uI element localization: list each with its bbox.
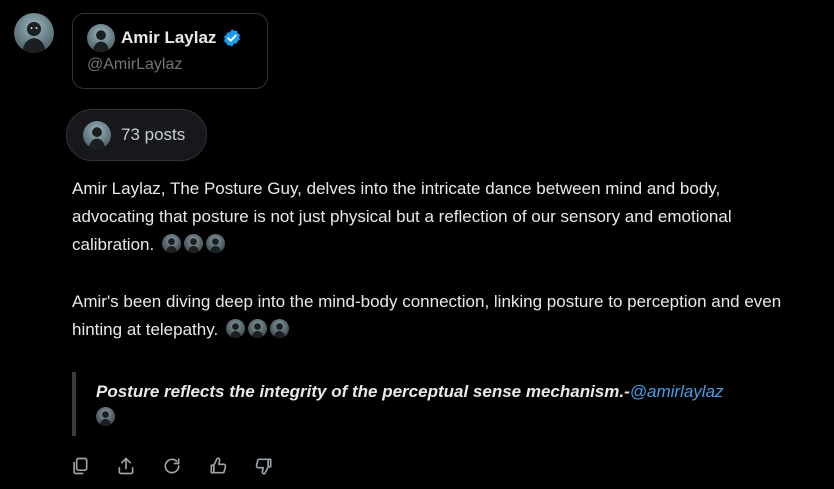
regenerate-button[interactable] xyxy=(162,454,182,478)
profile-card[interactable]: Amir Laylaz @AmirLaylaz xyxy=(72,13,268,89)
thumbs-up-button[interactable] xyxy=(208,454,228,478)
verified-badge-icon xyxy=(224,29,241,47)
assistant-avatar xyxy=(14,13,54,53)
avatar-emoji-icon xyxy=(183,234,203,253)
quote-text: Posture reflects the integrity of the pe… xyxy=(96,379,792,431)
posts-count-label: 73 posts xyxy=(121,125,186,144)
face-silhouette-icon xyxy=(22,22,46,53)
face-silhouette-icon xyxy=(92,30,110,52)
avatar-emoji-icon xyxy=(247,319,267,338)
thumbs-down-button[interactable] xyxy=(254,454,274,478)
thumbs-up-icon xyxy=(210,457,227,474)
avatar-emoji-icon xyxy=(96,407,115,426)
thumbs-down-icon xyxy=(255,458,272,475)
response-actions xyxy=(70,454,274,478)
profile-row: Amir Laylaz xyxy=(87,24,253,52)
profile-avatar xyxy=(87,24,115,52)
copy-icon xyxy=(73,457,88,475)
profile-name[interactable]: Amir Laylaz xyxy=(121,28,216,48)
avatar-emoji-icon xyxy=(269,319,289,338)
avatar-emoji-icon xyxy=(205,234,225,253)
paragraph-text: Amir's been diving deep into the mind-bo… xyxy=(72,292,782,339)
regenerate-icon xyxy=(164,458,180,474)
share-icon xyxy=(118,457,134,475)
response-paragraph: Amir Laylaz, The Posture Guy, delves int… xyxy=(72,175,792,259)
chat-response: Amir Laylaz @AmirLaylaz 73 posts Amir La… xyxy=(0,0,834,489)
share-button[interactable] xyxy=(116,454,136,478)
copy-button[interactable] xyxy=(70,454,90,478)
response-paragraph: Amir's been diving deep into the mind-bo… xyxy=(72,288,792,344)
pill-avatar xyxy=(83,121,111,149)
mention-link[interactable]: @amirlaylaz xyxy=(630,382,724,401)
quote-block: Posture reflects the integrity of the pe… xyxy=(72,372,792,436)
face-silhouette-icon xyxy=(88,127,106,149)
avatar-emoji-icon xyxy=(161,234,181,253)
avatar-emoji-icon xyxy=(225,319,245,338)
posts-count-button[interactable]: 73 posts xyxy=(66,109,207,161)
profile-handle[interactable]: @AmirLaylaz xyxy=(87,56,253,74)
quote-body: Posture reflects the integrity of the pe… xyxy=(96,382,630,401)
